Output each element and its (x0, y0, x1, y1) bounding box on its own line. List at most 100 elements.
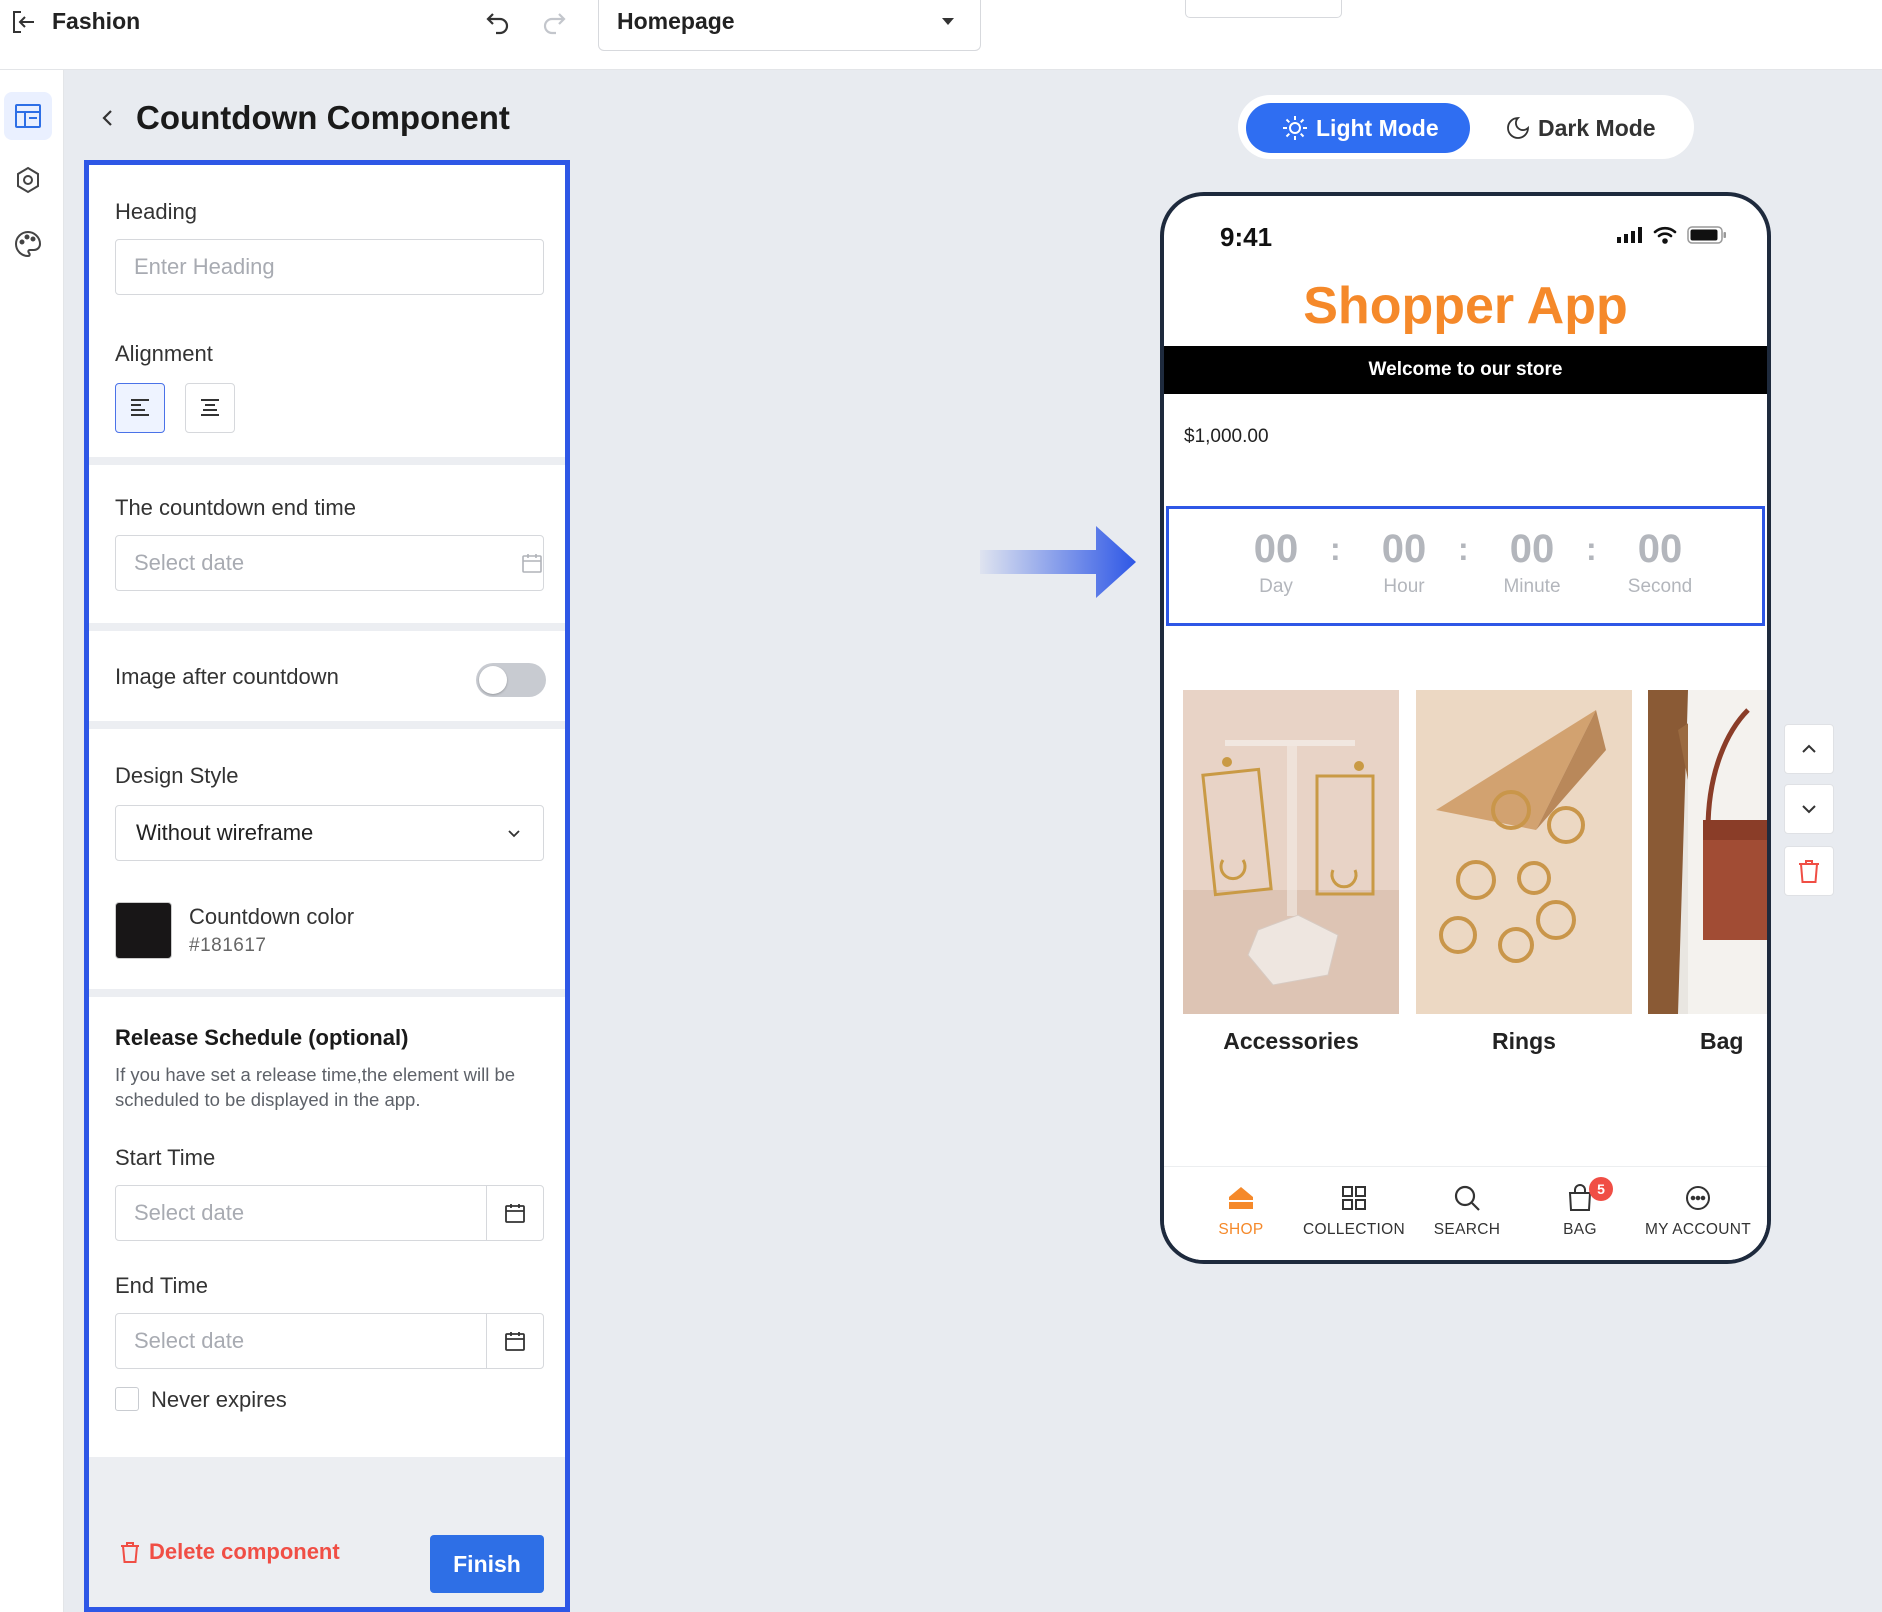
start-time-calendar-button[interactable] (486, 1186, 543, 1240)
countdown-second: 00 Second (1610, 527, 1710, 598)
design-style-card: Design Style Without wireframe Countdown… (89, 729, 565, 989)
design-style-label: Design Style (115, 763, 239, 788)
bag-count-badge: 5 (1589, 1177, 1613, 1201)
language-key-button[interactable] (1185, 0, 1342, 18)
countdown-day: 00 Day (1226, 527, 1326, 598)
move-down-button[interactable] (1784, 784, 1834, 834)
redo-icon[interactable] (540, 8, 568, 36)
rail-layout-button[interactable] (4, 92, 52, 140)
account-icon (1686, 1186, 1710, 1210)
rail-theme-button[interactable] (4, 220, 52, 268)
end-time-label: End Time (115, 1273, 208, 1298)
mode-switch: Light Mode Dark Mode (1238, 95, 1694, 159)
settings-hex-icon (17, 166, 39, 194)
chevron-down-icon (1802, 805, 1816, 814)
arrow-right-icon (980, 526, 1136, 598)
align-center-button[interactable] (185, 383, 235, 433)
status-icons (1617, 226, 1727, 244)
settings-panel: Heading Alignment The countdown end time… (84, 160, 570, 1612)
release-schedule-title: Release Schedule (optional) (115, 1025, 409, 1050)
image-after-card: Image after countdown (89, 631, 565, 721)
toggle-knob (479, 666, 507, 694)
countdown-end-field (89, 535, 565, 591)
tab-bag[interactable]: 5 BAG (1525, 1177, 1635, 1239)
move-up-button[interactable] (1784, 724, 1834, 774)
light-mode-label: Light Mode (1316, 114, 1439, 141)
end-time-calendar-button[interactable] (486, 1314, 543, 1368)
tab-collection-label: COLLECTION (1302, 1221, 1406, 1238)
countdown-color-swatch[interactable] (115, 902, 172, 959)
rings-tile-image[interactable] (1416, 690, 1632, 1014)
app-name: Fashion (52, 8, 141, 34)
countdown-hour: 00 Hour (1354, 527, 1454, 598)
heading-input[interactable] (115, 239, 544, 295)
light-mode-button[interactable]: Light Mode (1246, 103, 1470, 153)
countdown-day-label: Day (1259, 576, 1293, 597)
countdown-color-hex: #181617 (189, 935, 267, 956)
countdown-color-label: Countdown color (189, 904, 355, 929)
rail-settings-button[interactable] (4, 156, 52, 204)
countdown-hour-label: Hour (1383, 576, 1425, 597)
panel-header: Countdown Component (96, 98, 510, 138)
image-after-toggle[interactable] (476, 663, 546, 697)
delete-block-button[interactable] (1784, 846, 1834, 896)
trash-icon (121, 1542, 139, 1563)
tab-bag-label: BAG (1563, 1221, 1597, 1238)
sun-icon (1283, 116, 1307, 140)
countdown-end-input[interactable] (115, 535, 544, 591)
search-icon (1454, 1185, 1480, 1211)
align-left-button[interactable] (115, 383, 165, 433)
tab-shop-label: SHOP (1218, 1221, 1264, 1238)
dark-mode-button[interactable]: Dark Mode (1492, 103, 1682, 153)
chevron-left-icon[interactable] (96, 106, 120, 130)
panel-footer: Delete component Finish (89, 1517, 565, 1607)
delete-component-button[interactable]: Delete component (119, 1539, 340, 1565)
design-style-select[interactable]: Without wireframe (115, 805, 544, 861)
countdown-hour-value: 00 (1381, 527, 1427, 571)
start-time-field (115, 1185, 544, 1241)
release-schedule-card: Release Schedule (optional) If you have … (89, 997, 565, 1457)
end-time-input[interactable] (116, 1314, 486, 1368)
welcome-banner: Welcome to our store (1164, 346, 1767, 394)
wifi-icon (1653, 226, 1677, 244)
countdown-minute-value: 00 (1509, 527, 1555, 571)
palette-icon (15, 230, 42, 258)
bag-image (1648, 690, 1767, 1014)
accessories-tile-image[interactable] (1183, 690, 1399, 1014)
product-price: $1,000.00 (1184, 426, 1269, 447)
tab-search[interactable]: SEARCH (1412, 1183, 1522, 1239)
countdown-minute: 00 Minute (1482, 527, 1582, 598)
alignment-label: Alignment (115, 341, 213, 366)
tab-my-account[interactable]: MY ACCOUNT (1638, 1183, 1758, 1239)
rings-image (1416, 690, 1632, 1014)
chevron-down-icon (508, 830, 520, 838)
top-bar: Fashion Homepage (0, 0, 1882, 70)
design-style-value: Without wireframe (136, 820, 314, 845)
battery-icon (1687, 226, 1726, 244)
page-select[interactable]: Homepage (598, 0, 981, 51)
never-expires-label: Never expires (151, 1387, 287, 1412)
countdown-separator: : (1330, 531, 1341, 567)
tab-shop[interactable]: SHOP (1186, 1183, 1296, 1239)
countdown-minute-label: Minute (1503, 576, 1561, 597)
undo-icon[interactable] (484, 8, 512, 36)
exit-icon[interactable] (10, 8, 38, 36)
countdown-preview[interactable]: 00 Day : 00 Hour : 00 Minute : 00 Second (1166, 506, 1765, 626)
align-center-icon (201, 399, 219, 416)
finish-button[interactable]: Finish (430, 1535, 544, 1593)
calendar-icon (505, 1204, 525, 1223)
never-expires-checkbox[interactable] (115, 1387, 139, 1411)
tab-collection[interactable]: COLLECTION (1299, 1183, 1409, 1239)
left-rail (0, 70, 64, 1612)
chevron-up-icon (1802, 744, 1816, 753)
bag-tile-image[interactable] (1648, 690, 1767, 1014)
caret-down-icon (942, 18, 954, 25)
countdown-day-value: 00 (1253, 527, 1299, 571)
align-left-icon (131, 399, 149, 416)
release-schedule-description: If you have set a release time,the eleme… (115, 1064, 516, 1110)
heading-label: Heading (115, 199, 197, 224)
dark-mode-label: Dark Mode (1538, 114, 1656, 141)
start-time-input[interactable] (116, 1186, 486, 1240)
shop-icon (1229, 1187, 1253, 1209)
delete-component-label: Delete component (149, 1539, 340, 1564)
